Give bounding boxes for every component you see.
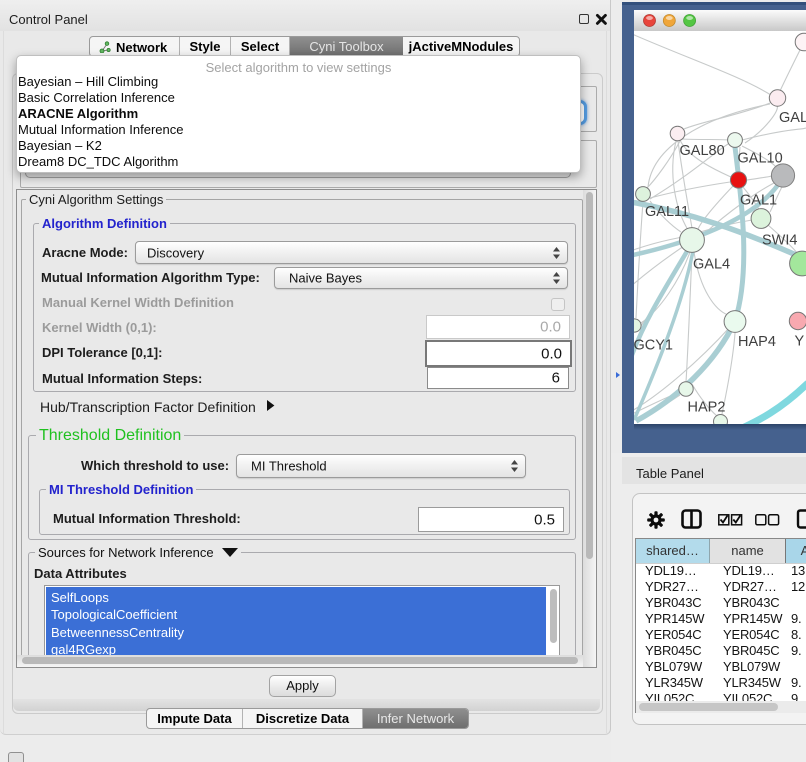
svg-text:GAL1: GAL1 [740, 193, 777, 209]
svg-text:HAP4: HAP4 [738, 334, 776, 350]
svg-text:HAP2: HAP2 [688, 400, 726, 416]
svg-text:Y: Y [795, 334, 805, 350]
svg-text:GCY1: GCY1 [634, 338, 673, 354]
svg-text:SWI4: SWI4 [762, 233, 797, 249]
svg-text:GAL2: GAL2 [779, 110, 806, 126]
svg-text:GAL10: GAL10 [738, 151, 783, 167]
svg-text:GAL11: GAL11 [645, 204, 689, 220]
svg-text:GAL80: GAL80 [680, 143, 725, 159]
svg-text:GAL4: GAL4 [693, 257, 730, 273]
